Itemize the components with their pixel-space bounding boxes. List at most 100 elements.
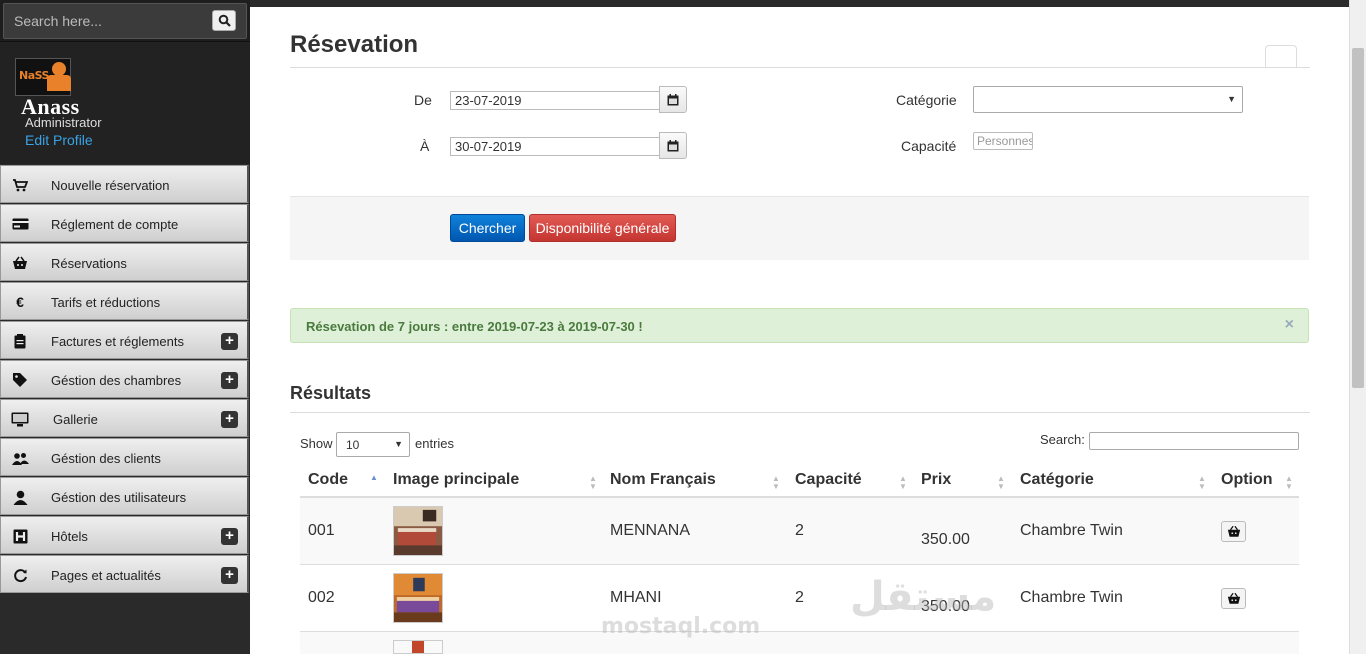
page-title: Résevation bbox=[290, 31, 419, 58]
basket-icon bbox=[1227, 525, 1240, 537]
results-title: Résultats bbox=[290, 383, 372, 403]
success-alert: Résevation de 7 jours : entre 2019-07-23… bbox=[290, 308, 1309, 343]
basket-icon bbox=[1227, 592, 1240, 604]
sidebar-item-label: Réservations bbox=[51, 256, 127, 271]
vertical-scrollbar[interactable] bbox=[1349, 0, 1366, 654]
results-table: Code ▲ Image principale ▲ ▼ Nom Français … bbox=[300, 462, 1299, 654]
caret-down-icon: ▼ bbox=[394, 439, 403, 449]
refresh-icon bbox=[11, 567, 29, 583]
table-search-input[interactable] bbox=[1089, 432, 1299, 450]
sort-icon: ▲ ▼ bbox=[1285, 474, 1293, 491]
search-button[interactable] bbox=[212, 10, 236, 31]
sidebar-item-label: Géstion des chambres bbox=[51, 373, 182, 388]
app-window: NaSS Anass Administrator Edit Profile No… bbox=[0, 0, 1366, 654]
cart-icon bbox=[11, 177, 29, 193]
entries-select[interactable]: 10 ▼ bbox=[336, 432, 410, 457]
watermark-latin: mostaql.com bbox=[601, 614, 761, 639]
category-select[interactable]: ▼ bbox=[973, 86, 1243, 113]
sort-icon: ▲ ▼ bbox=[772, 474, 780, 491]
close-icon[interactable]: × bbox=[1285, 316, 1294, 334]
sidebar-nav: Nouvelle réservation Réglement de compte… bbox=[0, 165, 250, 594]
logo-text: NaSS bbox=[19, 69, 49, 82]
column-header-capacity[interactable]: Capacité bbox=[795, 471, 862, 489]
add-to-basket-button[interactable] bbox=[1221, 588, 1246, 609]
invoice-icon bbox=[11, 333, 29, 349]
sidebar-item-tarifs[interactable]: € Tarifs et réductions bbox=[0, 282, 249, 320]
cell-capacity: 2 bbox=[795, 522, 804, 539]
to-date-input[interactable] bbox=[450, 137, 660, 156]
title-divider bbox=[290, 67, 1310, 68]
top-bar bbox=[250, 0, 1350, 7]
search-input[interactable] bbox=[3, 3, 247, 39]
sidebar-item-hotels[interactable]: Hôtels + bbox=[0, 516, 249, 554]
logo-figure-body bbox=[47, 75, 71, 91]
sort-icon: ▲ ▼ bbox=[899, 474, 907, 491]
expand-plus-icon[interactable]: + bbox=[221, 372, 238, 389]
column-header-category[interactable]: Catégorie bbox=[1020, 471, 1094, 489]
sidebar-item-pages-actualites[interactable]: Pages et actualités + bbox=[0, 555, 249, 593]
general-availability-button[interactable]: Disponibilité générale bbox=[529, 214, 676, 242]
cell-code: 001 bbox=[308, 522, 335, 539]
column-header-name[interactable]: Nom Français bbox=[610, 471, 716, 489]
from-label: De bbox=[414, 92, 432, 108]
cell-category: Chambre Twin bbox=[1020, 589, 1123, 606]
sidebar-item-factures[interactable]: Factures et réglements + bbox=[0, 321, 249, 359]
sidebar-item-label: Hôtels bbox=[51, 529, 88, 544]
sidebar-item-label: Réglement de compte bbox=[51, 217, 179, 232]
calendar-icon bbox=[667, 139, 679, 151]
to-calendar-button[interactable] bbox=[659, 132, 687, 159]
room-thumbnail[interactable] bbox=[393, 573, 443, 623]
cell-category: Chambre Twin bbox=[1020, 522, 1123, 539]
action-panel: Chercher Disponibilité générale bbox=[290, 196, 1309, 260]
profile-role: Administrator bbox=[25, 115, 102, 130]
sidebar: NaSS Anass Administrator Edit Profile No… bbox=[0, 0, 250, 654]
category-label: Catégorie bbox=[896, 92, 957, 108]
users-icon bbox=[11, 450, 29, 466]
entries-value: 10 bbox=[346, 438, 360, 452]
main-content: Résevation De À Catégorie ▼ Capacité Che… bbox=[250, 7, 1349, 654]
from-calendar-button[interactable] bbox=[659, 86, 687, 113]
expand-plus-icon[interactable]: + bbox=[221, 528, 238, 545]
column-header-option[interactable]: Option bbox=[1221, 471, 1273, 489]
results-divider bbox=[290, 412, 1310, 413]
column-header-image[interactable]: Image principale bbox=[393, 471, 519, 489]
expand-plus-icon[interactable]: + bbox=[221, 411, 238, 428]
column-header-code[interactable]: Code bbox=[308, 471, 348, 489]
table-row: 001 MENNANA 2 350.00 Chambre Twin bbox=[300, 498, 1299, 565]
sidebar-item-gestion-utilisateurs[interactable]: Géstion des utilisateurs bbox=[0, 477, 249, 515]
watermark-arabic: مستقل bbox=[850, 574, 997, 620]
from-date-input[interactable] bbox=[450, 91, 660, 110]
table-row: 002 MHANI 2 350.00 Chambre Twin bbox=[300, 565, 1299, 632]
sidebar-item-gestion-chambres[interactable]: Géstion des chambres + bbox=[0, 360, 249, 398]
capacity-input[interactable] bbox=[973, 132, 1033, 150]
cell-price: 350.00 bbox=[921, 531, 970, 548]
basket-icon bbox=[11, 255, 29, 271]
euro-icon: € bbox=[16, 294, 24, 310]
cell-name: MENNANA bbox=[610, 522, 691, 539]
expand-plus-icon[interactable]: + bbox=[221, 333, 238, 350]
room-thumbnail[interactable] bbox=[393, 640, 443, 654]
sidebar-item-label: Géstion des clients bbox=[51, 451, 161, 466]
sidebar-item-reglement-de-compte[interactable]: Réglement de compte bbox=[0, 204, 249, 242]
to-label: À bbox=[420, 138, 430, 154]
sidebar-item-label: Factures et réglements bbox=[51, 334, 184, 349]
scrollbar-thumb[interactable] bbox=[1352, 48, 1364, 388]
entries-label: entries bbox=[415, 436, 455, 451]
sidebar-item-gestion-clients[interactable]: Géstion des clients bbox=[0, 438, 249, 476]
logo-figure-head bbox=[52, 62, 66, 76]
room-thumbnail[interactable] bbox=[393, 506, 443, 556]
column-header-price[interactable]: Prix bbox=[921, 471, 951, 489]
header-tab[interactable] bbox=[1265, 45, 1297, 68]
cell-name: MHANI bbox=[610, 589, 662, 606]
sidebar-item-label: Tarifs et réductions bbox=[51, 295, 161, 310]
sidebar-item-gallerie[interactable]: Gallerie + bbox=[0, 399, 249, 437]
search-submit-button[interactable]: Chercher bbox=[450, 214, 525, 242]
expand-plus-icon[interactable]: + bbox=[221, 567, 238, 584]
edit-profile-link[interactable]: Edit Profile bbox=[25, 132, 93, 148]
add-to-basket-button[interactable] bbox=[1221, 521, 1246, 542]
sidebar-item-reservations[interactable]: Réservations bbox=[0, 243, 249, 281]
search-icon bbox=[218, 14, 231, 27]
sidebar-item-label: Géstion des utilisateurs bbox=[51, 490, 187, 505]
sidebar-item-nouvelle-reservation[interactable]: Nouvelle réservation bbox=[0, 165, 249, 203]
calendar-icon bbox=[667, 93, 679, 105]
